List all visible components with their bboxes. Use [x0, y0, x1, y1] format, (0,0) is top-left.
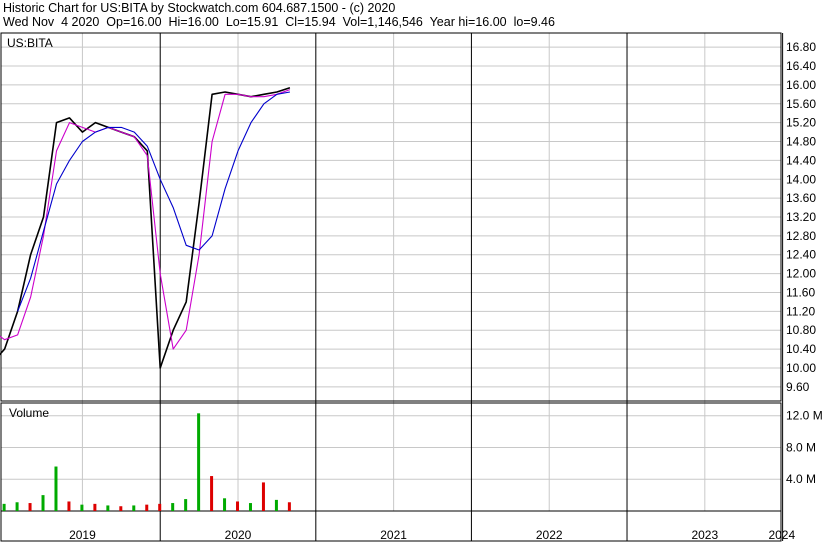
series-line-price	[0, 86, 291, 369]
price-panel-title: US:BITA	[7, 36, 53, 50]
year-label: 2024	[768, 528, 795, 542]
volume-bar	[184, 499, 188, 511]
price-tick-label: 10.40	[786, 342, 816, 356]
volume-bar	[158, 503, 162, 511]
volume-bar	[41, 495, 45, 511]
price-tick-label: 16.80	[786, 40, 816, 54]
volume-tick-label: 8.0 M	[786, 440, 816, 454]
price-tick-label: 12.00	[786, 267, 816, 281]
price-tick-label: 15.20	[786, 116, 816, 130]
volume-tick-label: 4.0 M	[786, 472, 816, 486]
volume-bar	[287, 502, 291, 511]
price-tick-label: 13.20	[786, 210, 816, 224]
volume-bar	[171, 503, 175, 511]
volume-bar	[54, 466, 58, 511]
volume-axis-ticks: 4.0 M 8.0 M 12.0 M	[786, 409, 823, 487]
price-tick-label: 14.00	[786, 172, 816, 186]
price-tick-label: 11.60	[786, 285, 815, 299]
volume-bar	[210, 476, 214, 511]
price-tick-label: 12.40	[786, 248, 816, 262]
price-tick-label: 14.80	[786, 135, 816, 149]
volume-bar	[261, 482, 265, 511]
year-axis-labels: 2019 2020 2021 2022 2023 2024	[69, 528, 795, 542]
year-label: 2021	[380, 528, 407, 542]
year-label: 2023	[691, 528, 718, 542]
volume-bar	[15, 502, 19, 511]
stock-chart: US:BITA Volume 9.60 10.00 10.40 10.80 11.20 1…	[0, 32, 823, 542]
year-label: 2019	[69, 528, 96, 542]
volume-panel-title: Volume	[9, 406, 49, 420]
series-line-ma_long	[17, 91, 290, 312]
price-tick-label: 10.00	[786, 361, 816, 375]
price-axis-ticks: 9.60 10.00 10.40 10.80 11.20 11.60 12.00 12.40 1…	[786, 40, 816, 394]
price-grid	[1, 46, 781, 388]
volume-bar	[132, 505, 136, 511]
volume-bar	[145, 504, 149, 511]
price-tick-label: 15.60	[786, 97, 816, 111]
volume-bar	[197, 413, 201, 511]
volume-bar	[67, 501, 71, 511]
volume-bar	[274, 499, 278, 511]
volume-panel-frame	[0, 402, 782, 512]
price-tick-label: 12.80	[786, 229, 816, 243]
price-tick-label: 11.20	[786, 304, 815, 318]
volume-bar	[106, 505, 110, 511]
price-tick-label: 13.60	[786, 191, 816, 205]
volume-bar	[80, 504, 84, 511]
volume-bar	[28, 503, 32, 511]
price-tick-label: 10.80	[786, 323, 816, 337]
year-label: 2020	[225, 528, 252, 542]
price-tick-label: 14.40	[786, 153, 816, 167]
volume-bars	[2, 413, 291, 511]
year-label: 2022	[536, 528, 563, 542]
volume-bar	[2, 503, 6, 511]
volume-bar	[248, 503, 252, 511]
price-tick-label: 9.60	[786, 380, 810, 394]
year-grid	[81, 33, 784, 541]
price-tick-label: 16.40	[786, 59, 816, 73]
volume-bar	[236, 501, 240, 511]
price-series	[0, 86, 291, 369]
volume-bar	[223, 498, 227, 511]
volume-grid	[1, 415, 781, 480]
price-tick-label: 16.00	[786, 78, 816, 92]
volume-bar	[119, 506, 123, 511]
volume-tick-label: 12.0 M	[786, 409, 823, 423]
volume-bar	[93, 503, 97, 511]
